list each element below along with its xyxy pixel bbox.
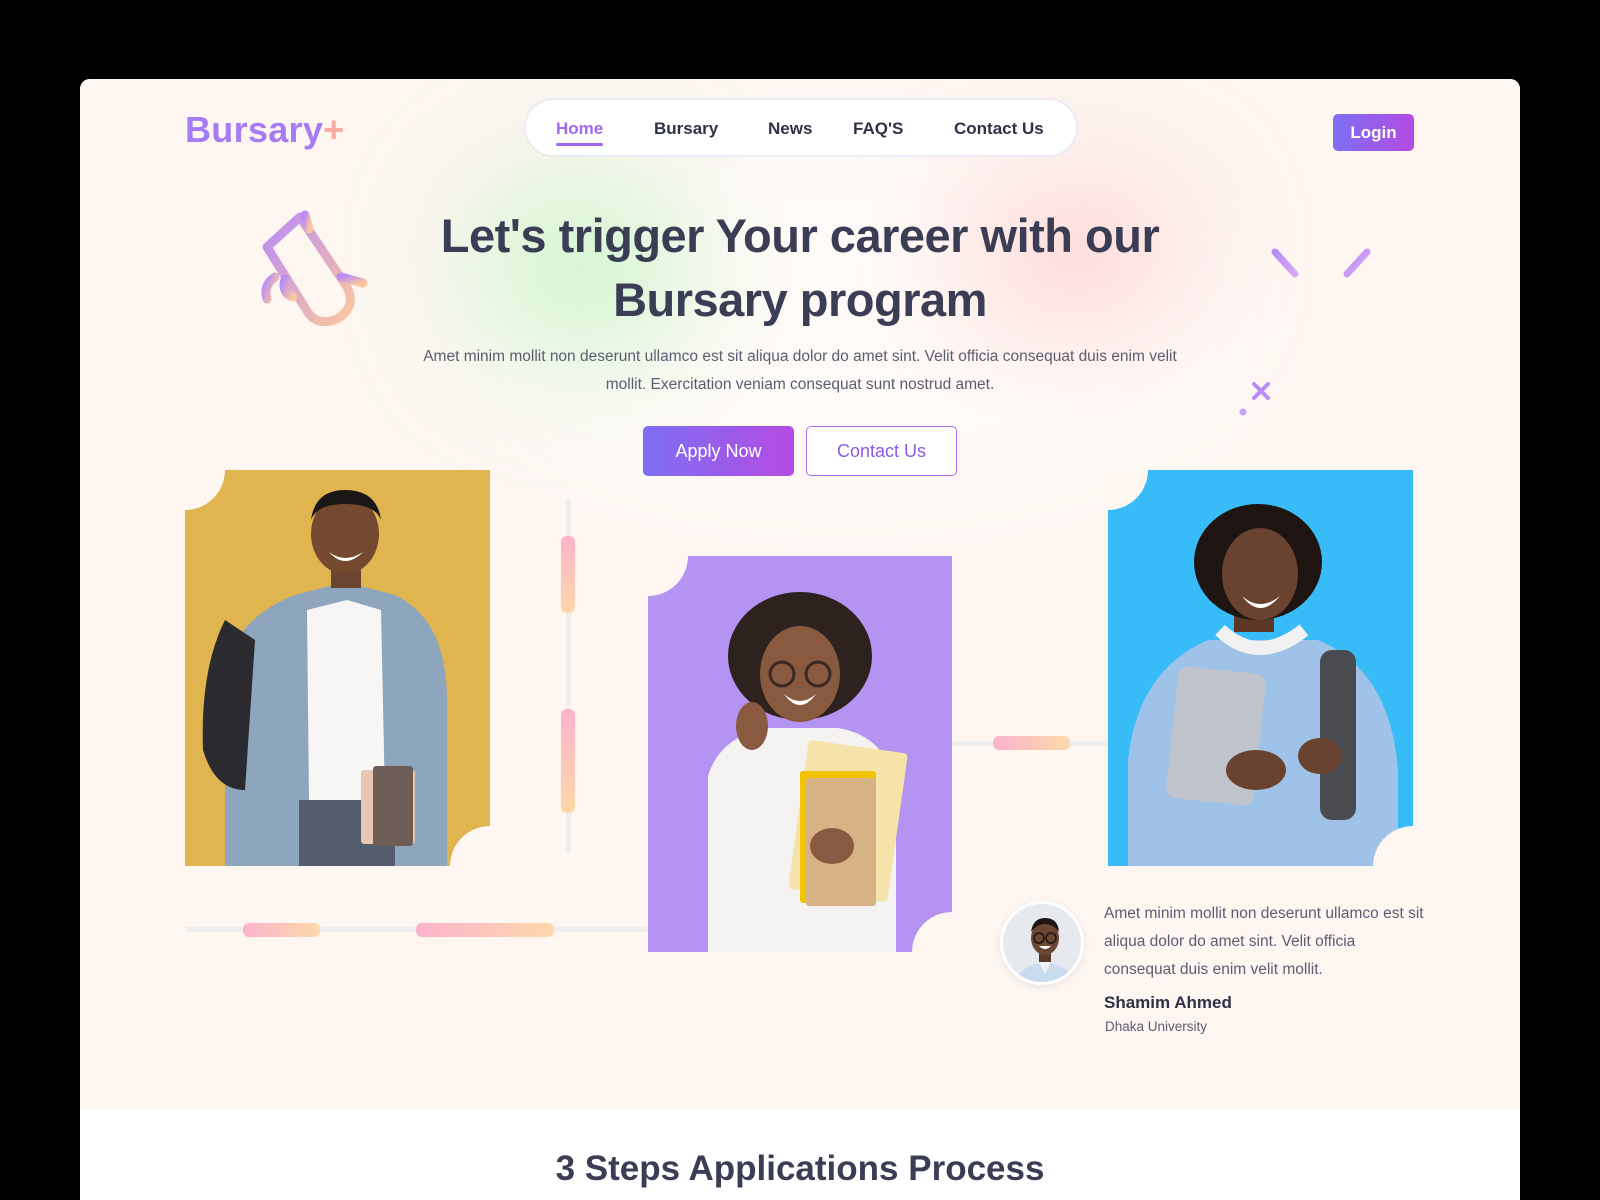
main-nav: Home Bursary News FAQ'S Contact Us bbox=[525, 99, 1077, 156]
testimonial-quote: Amet minim mollit non deserunt ullamco e… bbox=[1104, 905, 1424, 978]
hero-headline-line2: Bursary program bbox=[613, 273, 987, 326]
hero-subtext: Amet minim mollit non deserunt ullamco e… bbox=[423, 348, 1177, 393]
connector-pill bbox=[416, 923, 554, 937]
testimonial-name: Shamim Ahmed bbox=[1104, 993, 1232, 1012]
connector-pill bbox=[561, 709, 575, 813]
brand-plus: + bbox=[323, 109, 345, 150]
brand-name: Bursary bbox=[185, 109, 324, 150]
student-photo-card bbox=[648, 556, 952, 952]
student-photo-card bbox=[185, 470, 490, 866]
apply-now-button[interactable]: Apply Now bbox=[643, 426, 794, 476]
connector-pill bbox=[243, 923, 320, 937]
nav-item-news[interactable]: News bbox=[768, 119, 812, 139]
brand-logo[interactable]: Bursary+ bbox=[185, 109, 345, 151]
login-button[interactable]: Login bbox=[1333, 114, 1414, 151]
student-photo bbox=[202, 490, 447, 866]
nav-item-faqs[interactable]: FAQ'S bbox=[853, 119, 903, 139]
hero-section: Bursary+ Home Bursary News FAQ'S Contact… bbox=[80, 79, 1520, 1109]
avatar bbox=[1000, 901, 1084, 985]
avatar-photo bbox=[1003, 904, 1081, 982]
student-photo-card bbox=[1108, 470, 1413, 866]
student-photo bbox=[1128, 504, 1398, 866]
nav-item-bursary[interactable]: Bursary bbox=[654, 119, 718, 139]
contact-us-button[interactable]: Contact Us bbox=[806, 426, 957, 476]
connector-pill bbox=[993, 736, 1070, 750]
sparkle-x-icon bbox=[1239, 382, 1270, 416]
steps-section-title: 3 Steps Applications Process bbox=[555, 1149, 1045, 1188]
testimonial-school: Dhaka University bbox=[1105, 1019, 1208, 1034]
hero-headline-line1: Let's trigger Your career with our bbox=[440, 209, 1160, 262]
connector-pill bbox=[561, 536, 575, 613]
graduation-scroll-icon bbox=[261, 210, 368, 327]
hero-headline: Let's trigger Your career with our Bursa… bbox=[440, 204, 1160, 332]
student-photo bbox=[708, 592, 908, 952]
nav-item-contact-us[interactable]: Contact Us bbox=[954, 119, 1044, 139]
sparkle-lines-icon bbox=[1271, 244, 1371, 280]
nav-item-home[interactable]: Home bbox=[556, 119, 604, 146]
page-frame: Bursary+ Home Bursary News FAQ'S Contact… bbox=[80, 79, 1520, 1200]
